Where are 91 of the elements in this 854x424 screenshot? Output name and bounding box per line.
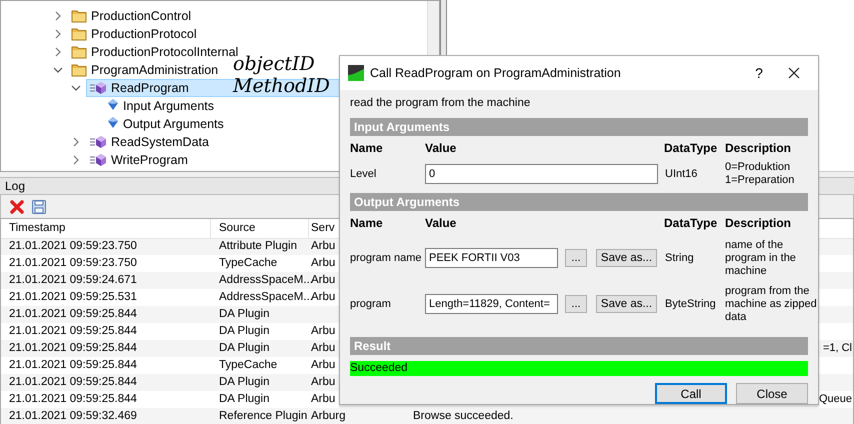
column-header: Value: [425, 140, 458, 157]
browse-button[interactable]: ...: [565, 249, 587, 267]
table-cell-text: 21.01.2021 09:59:25.844: [9, 374, 137, 390]
folder-icon: [71, 26, 87, 42]
tree-item[interactable]: WriteProgram: [86, 151, 191, 169]
argument-description: program from the machine as zipped data: [725, 284, 817, 324]
table-cell-text: Reference Plugin: [219, 408, 308, 424]
tree-item[interactable]: ProductionControl: [68, 7, 194, 25]
table-cell-text: AddressSpaceM...: [219, 272, 313, 288]
section-header: Input Arguments: [350, 118, 808, 136]
column-header[interactable]: Timestamp: [9, 220, 66, 238]
table-cell-text: Attribute Plugin: [219, 239, 297, 254]
table-cell-text: Arbu: [311, 392, 336, 407]
data-type: String: [664, 250, 695, 266]
table-cell-text: Arbu: [311, 340, 336, 356]
argument-name: Level: [350, 166, 378, 182]
column-header[interactable]: Serv: [311, 220, 335, 238]
table-cell-text: Arbu: [311, 374, 336, 390]
save-as-button[interactable]: Save as...: [596, 249, 657, 267]
data-type: UInt16: [664, 166, 698, 182]
data-type: ByteString: [664, 296, 717, 312]
section-header: Result: [350, 337, 808, 355]
table-cell-text: AddressSpaceM...: [219, 290, 313, 305]
table-cell-text: =1, Cl: [822, 341, 852, 356]
table-cell-text: DA Plugin: [219, 374, 270, 390]
table-cell-text: 21.01.2021 09:59:25.531: [9, 290, 137, 305]
table-cell-text: DA Plugin: [219, 340, 270, 356]
table-cell-text: Arbu: [311, 290, 336, 305]
cube-icon: [89, 134, 107, 150]
table-cell-text: Arbu: [311, 324, 336, 339]
value-field[interactable]: 0: [425, 164, 658, 184]
table-cell-text: 21.01.2021 09:59:25.844: [9, 306, 137, 322]
table-cell-text: Arbu: [311, 358, 336, 373]
argument-name: program: [350, 296, 392, 312]
tree-item[interactable]: ProductionProtocol: [68, 25, 200, 43]
cube-icon: [89, 152, 107, 168]
table-cell-text: 21.01.2021 09:59:23.750: [9, 256, 137, 271]
table-cell-text: 21.01.2021 09:59:25.844: [9, 392, 137, 407]
tree-item[interactable]: Output Arguments: [104, 115, 227, 133]
table-cell-text: Arburg: [311, 408, 346, 424]
table-cell-text: DA Plugin: [219, 324, 270, 339]
save-icon[interactable]: [31, 198, 47, 214]
value-field[interactable]: PEEK FORTII V03: [425, 248, 558, 268]
column-header: Value: [425, 215, 458, 232]
table-cell-text: 21.01.2021 09:59:25.844: [9, 358, 137, 373]
section-header: Output Arguments: [350, 193, 808, 211]
tree-item[interactable]: ProgramAdministration: [68, 61, 222, 79]
cube-icon: [89, 80, 107, 96]
table-cell-text: Queue: [818, 392, 852, 408]
table-cell-text: Arbu: [311, 272, 336, 288]
help-button[interactable]: ?: [744, 59, 774, 87]
table-cell-text: 21.01.2021 09:59:25.844: [9, 324, 137, 339]
folder-icon: [71, 62, 87, 78]
table-cell-text: Browse succeeded.: [413, 408, 514, 424]
table-cell-text: 21.01.2021 09:59:23.750: [9, 239, 137, 254]
result-status: Succeeded: [350, 361, 808, 376]
column-header: Name: [350, 140, 384, 157]
column-header: DataType: [664, 215, 718, 232]
table-cell-text: TypeCache: [219, 358, 278, 373]
method-description: read the program from the machine: [350, 96, 532, 110]
table-cell-text: 21.01.2021 09:59:32.469: [9, 408, 137, 424]
tree-item[interactable]: Input Arguments: [104, 97, 218, 115]
column-header: DataType: [664, 140, 718, 157]
close-icon: [788, 67, 800, 79]
column-header: Description: [725, 140, 792, 157]
table-cell-text: Arbu: [311, 256, 336, 271]
table-cell-text: Arbu: [311, 239, 336, 254]
argument-description: 0=Produktion 1=Preparation: [725, 161, 796, 187]
column-header[interactable]: Source: [219, 220, 256, 238]
table-cell-text: DA Plugin: [219, 392, 270, 407]
table-cell-text: 21.01.2021 09:59:24.671: [9, 272, 137, 288]
delete-icon[interactable]: [9, 198, 25, 214]
panel-title: Log: [5, 178, 26, 195]
dialog-button[interactable]: Call: [655, 383, 727, 404]
value-field[interactable]: Length=11829, Content=: [425, 294, 558, 314]
folder-icon: [71, 8, 87, 24]
folder-icon: [71, 44, 87, 60]
tree-item[interactable]: ProductionProtocolInternal: [68, 43, 242, 61]
dialog-button[interactable]: Close: [736, 383, 808, 404]
tree-item[interactable]: ReadSystemData: [86, 133, 212, 151]
argument-description: name of the program in the machine: [725, 238, 797, 278]
column-header: Name: [350, 215, 384, 232]
column-header: Description: [725, 215, 792, 232]
save-as-button[interactable]: Save as...: [596, 295, 657, 313]
app-icon: [348, 65, 364, 81]
table-cell-text: TypeCache: [219, 256, 278, 271]
dialog-title: Call ReadProgram on ProgramAdministration: [370, 64, 622, 82]
argument-name: program name: [350, 250, 423, 266]
table-cell-text: DA Plugin: [219, 306, 270, 322]
table-cell-text: 21.01.2021 09:59:25.844: [9, 340, 137, 356]
browse-button[interactable]: ...: [565, 295, 587, 313]
